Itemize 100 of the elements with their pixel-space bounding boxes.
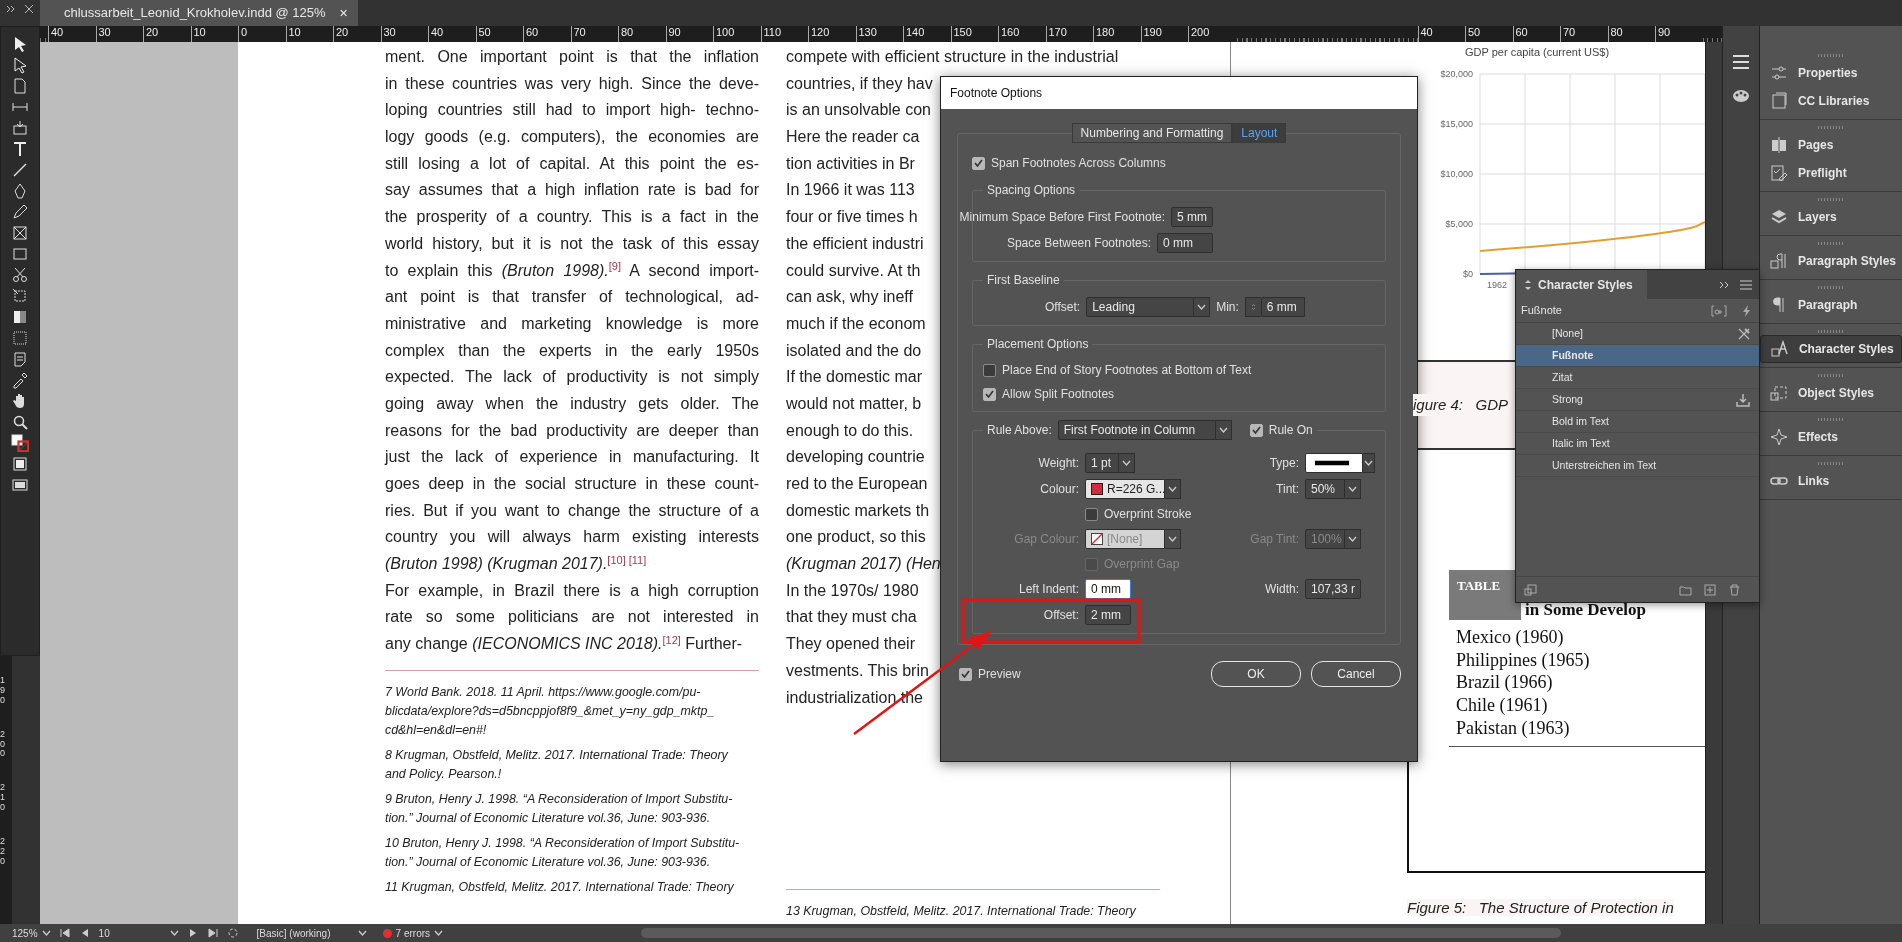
- ruler-number: 200: [0, 729, 6, 760]
- ruler-number: 110: [760, 26, 808, 42]
- text-line: the efficient industri: [786, 233, 924, 254]
- dropdown[interactable]: 1 pt: [1085, 453, 1195, 473]
- ruler-number: 10: [190, 26, 238, 42]
- ruler-number: 130: [855, 26, 903, 42]
- ruler-number: 20: [143, 26, 191, 42]
- tab[interactable]: Layout: [1232, 123, 1287, 143]
- axis-label: 1962: [1487, 280, 1508, 290]
- dialog-title: Footnote Options: [941, 77, 1417, 109]
- text-line: domestic markets th: [786, 500, 930, 521]
- ruler-number: 60: [523, 26, 571, 42]
- panel-tab[interactable]: Character Styles: [1516, 270, 1647, 299]
- footnote-text: 8 Krugman, Obstfeld, Melitz. 2017. International Trade: Theory and Policy. Pearson.!: [385, 746, 729, 783]
- text-line: much if the econom: [786, 313, 926, 334]
- ruler-number: 30: [95, 26, 143, 42]
- panel-tab[interactable]: Pages: [1759, 131, 1902, 159]
- ruler-number: 100: [713, 26, 761, 42]
- table-row-text: Mexico (1960): [1455, 626, 1565, 649]
- text-line: (Krugman 2017) (Hen: [786, 554, 941, 575]
- panel-tab[interactable]: Preflight: [1759, 159, 1902, 187]
- text-line: vestments. This brin: [786, 660, 929, 681]
- text-line: In 1966 it was 113: [786, 180, 915, 201]
- checkbox-label: Overprint Stroke: [1104, 506, 1192, 523]
- panel-tab[interactable]: Character Styles: [1759, 335, 1902, 363]
- checkbox-label: Rule On: [1268, 422, 1313, 438]
- text-line: isolated and the do: [786, 340, 922, 361]
- text-line: red to the European: [786, 474, 928, 494]
- axis-label: $20,000: [1440, 69, 1473, 79]
- ruler-number: 0: [238, 26, 286, 42]
- input-field[interactable]: 107,33 r: [1305, 579, 1361, 599]
- field-label: Rule Above:: [987, 422, 1052, 438]
- ruler-number: 220: [0, 837, 6, 867]
- axis-label: $0: [1463, 269, 1473, 279]
- text-line: could survive. At th: [786, 260, 921, 281]
- checkbox-label: Place End of Story Footnotes at Bottom of Text: [1002, 362, 1252, 379]
- text-line: They opened their: [786, 634, 915, 655]
- tab[interactable]: Numbering and Formatting: [1071, 123, 1233, 143]
- field-label: Tint:: [1275, 481, 1299, 498]
- table-row-text: Chile (1961): [1455, 694, 1549, 717]
- style-list-item[interactable]: Fußnote: [1516, 345, 1759, 367]
- ruler-number: 50: [1465, 26, 1513, 42]
- field-label: Weight:: [1037, 455, 1079, 472]
- field-label: Offset:: [1042, 607, 1079, 624]
- style-list-item[interactable]: Unterstreichen im Text: [1516, 455, 1759, 477]
- panel-tab[interactable]: Properties: [1759, 59, 1902, 87]
- text-line: enough to do this.: [786, 420, 914, 441]
- axis-label: $15,000: [1440, 119, 1473, 129]
- text-line: compete with efficient structure in the industrial: [786, 47, 1119, 67]
- panel-tab[interactable]: Effects: [1759, 423, 1902, 451]
- current-style-name: Fußnote: [1521, 303, 1562, 319]
- text-line: that they must cha: [786, 607, 917, 628]
- zoom-dropdown[interactable]: 125%: [12, 925, 51, 941]
- axis-label: $10,000: [1440, 169, 1473, 179]
- text-line: If the domestic mar: [786, 367, 923, 388]
- footnote-text: 13 Krugman, Obstfeld, Melitz. 2017. International Trade: Theory: [786, 903, 1137, 921]
- text-line: countries, if they hav: [786, 73, 933, 94]
- figure-caption: Figure 5: The Structure of Protection in: [1407, 899, 1674, 916]
- field-label: Minimum Space Before First Footnote:: [959, 209, 1165, 226]
- field-label: Width:: [1264, 581, 1299, 598]
- input-field[interactable]: 0 mm: [1157, 233, 1213, 253]
- footnote-text: 9 Bruton, Henry J. 1998. “A Reconsideration of Import Substitu- tion.” Journal of Economic Literature vol.36, June: 903-936.: [385, 790, 734, 827]
- panel-tab[interactable]: Links: [1759, 467, 1902, 495]
- table-tag: TABLE: [1449, 570, 1521, 620]
- panel-tab[interactable]: Object Styles: [1759, 379, 1902, 407]
- axis-label: $5,000: [1445, 219, 1473, 229]
- ruler-number: 70: [1560, 26, 1608, 42]
- panel-tab[interactable]: Paragraph: [1759, 291, 1902, 319]
- ruler-number: 190: [1140, 26, 1188, 42]
- table-row-text: Brazil (1966): [1455, 671, 1554, 695]
- style-list-item[interactable]: Italic im Text: [1516, 433, 1759, 455]
- document-tab-title[interactable]: chlussarbeit_Leonid_Krokholev.indd @ 125%: [64, 3, 326, 23]
- text-line: can ask, why ineff: [786, 287, 913, 308]
- style-list-item[interactable]: Bold im Text: [1516, 411, 1759, 433]
- panel-tab[interactable]: CC Libraries: [1759, 87, 1902, 115]
- text-line: developing countrie: [786, 447, 925, 468]
- ruler-number: 90: [1655, 26, 1703, 42]
- input-field[interactable]: 0 mm: [1085, 579, 1131, 599]
- profile-dropdown[interactable]: [Basic] (working): [256, 925, 367, 941]
- style-list-item[interactable]: Zitat: [1516, 367, 1759, 389]
- ruler-number: 10: [285, 26, 333, 42]
- close-tab-button[interactable]: ×: [339, 2, 348, 24]
- ruler-number: 210: [0, 783, 6, 813]
- errors-dropdown[interactable]: 7 errors: [382, 925, 473, 941]
- dialog-button[interactable]: Cancel: [1311, 661, 1401, 687]
- field-label: Min:: [1216, 299, 1239, 316]
- page-number-dropdown[interactable]: 10: [98, 925, 179, 941]
- dialog-button[interactable]: OK: [1211, 661, 1301, 687]
- footnote-text: 11 Krugman, Obstfeld, Melitz. 2017. International Trade: Theory: [385, 878, 735, 896]
- text-line: tion activities in Br: [786, 153, 915, 174]
- panel-tab[interactable]: Layers: [1759, 203, 1902, 231]
- checkbox-label: Span Footnotes Across Columns: [991, 155, 1166, 172]
- panel-tab[interactable]: Paragraph Styles: [1759, 247, 1902, 275]
- ruler-number: 20: [333, 26, 381, 42]
- ruler-number: 40: [48, 26, 96, 42]
- input-field[interactable]: 2 mm: [1085, 605, 1131, 625]
- ruler-number: 70: [570, 26, 618, 42]
- input-field[interactable]: 5 mm: [1171, 207, 1213, 227]
- body-paragraph: ment. One important point is that the inflation in these countries was very high. Since the deve- loping countries still had to import high- techno- logy goods (e.g. computers), the economies are still losing a lot of capital. At this point the es- say assumes that a high inflation rate is bad for the prosperity of a country. This is a fact in the world history, but it is not the task of this essay to explain this (Bruton 1998).$^{[9]}$ A second import- ant point is that transfer of technological, ad- ministrative and marketing knowledge is more complex than the experts in the early 1950s expected. The lack of productivity is not simply going away when the industry gets older. The reasons for the bad productivity are deeper than just the lack of experience in manufacturing. It goes deep in the social structure in these count- ries. But if you want to change the structure of a country you will always harm existing interests (Bruton 1998) (Krugman 2017).$^{[10] [11]}$: [385, 47, 759, 575]
- style-list-item[interactable]: Strong: [1516, 389, 1759, 411]
